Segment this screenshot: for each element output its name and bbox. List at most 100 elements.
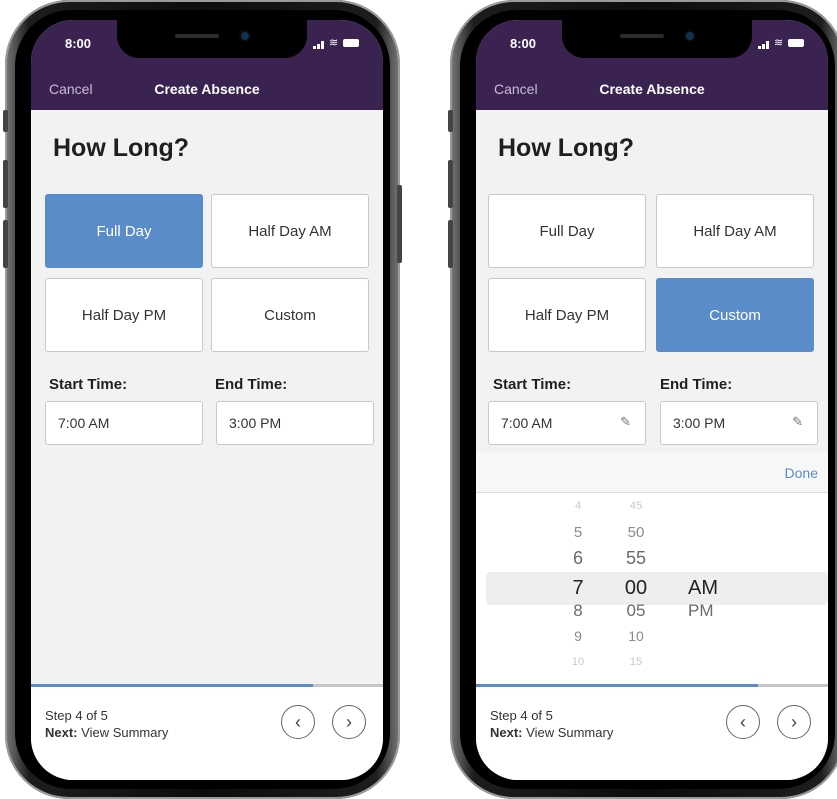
- picker-hour[interactable]: 4: [558, 500, 598, 512]
- chevron-right-icon: ›: [791, 711, 797, 732]
- picker-minute[interactable]: 50: [616, 524, 656, 541]
- picker-hour[interactable]: 10: [558, 656, 598, 668]
- prev-button[interactable]: ‹: [726, 705, 760, 739]
- page-title: How Long?: [498, 134, 635, 162]
- mute-switch: [3, 110, 8, 132]
- next-step-text: Next: View Summary: [490, 725, 613, 740]
- picker-hour[interactable]: 7: [558, 577, 598, 600]
- end-time-label: End Time:: [660, 376, 733, 393]
- wifi-icon: ≋: [329, 37, 339, 49]
- screen-right: 8:00 ≋ Cancel Create Absence How Long? F…: [476, 20, 828, 780]
- time-picker[interactable]: Done 4 5 6 7 8 9 10 45 50 55 00 05 10 15 AM PM: [476, 452, 828, 684]
- picker-toolbar: Done: [476, 452, 828, 493]
- option-half-day-am[interactable]: Half Day AM: [656, 194, 814, 268]
- signal-icon: [758, 46, 761, 49]
- end-time-label: End Time:: [215, 376, 288, 393]
- signal-icon: [313, 46, 316, 49]
- start-time-value: 7:00 AM: [501, 415, 553, 431]
- status-time: 8:00: [510, 36, 537, 51]
- start-time-label: Start Time:: [49, 376, 128, 393]
- signal-icon: [321, 41, 324, 49]
- done-button[interactable]: Done: [785, 465, 818, 481]
- picker-ampm[interactable]: AM: [688, 577, 718, 600]
- picker-minute[interactable]: 10: [616, 628, 656, 644]
- signal-icon: [766, 41, 769, 49]
- nav-title: Create Absence: [599, 81, 705, 97]
- option-half-day-am[interactable]: Half Day AM: [211, 194, 369, 268]
- notch: [117, 20, 307, 58]
- mute-switch: [448, 110, 453, 132]
- camera-icon: [241, 32, 249, 40]
- end-time-value: 3:00 PM: [673, 415, 726, 431]
- signal-icon: [317, 44, 320, 49]
- header: 8:00 ≋ Cancel Create Absence: [476, 20, 828, 110]
- picker-hour[interactable]: 6: [558, 548, 598, 569]
- speaker: [175, 34, 219, 38]
- next-step-text: Next: View Summary: [45, 725, 168, 740]
- start-time-label: Start Time:: [493, 376, 572, 393]
- picker-minute[interactable]: 45: [616, 500, 656, 512]
- next-button[interactable]: ›: [332, 705, 366, 739]
- volume-up-button: [448, 160, 453, 208]
- next-value: View Summary: [526, 725, 614, 740]
- picker-minute[interactable]: 00: [616, 577, 656, 600]
- notch: [562, 20, 752, 58]
- next-prefix: Next:: [45, 725, 78, 740]
- start-time-field[interactable]: 7:00 AM: [45, 401, 203, 445]
- volume-down-button: [448, 220, 453, 268]
- picker-minute[interactable]: 15: [616, 656, 656, 668]
- picker-hour[interactable]: 9: [558, 628, 598, 644]
- picker-ampm[interactable]: PM: [688, 601, 714, 621]
- battery-icon: [343, 39, 359, 47]
- nav-title: Create Absence: [154, 81, 260, 97]
- nav-bar: Cancel Create Absence: [476, 70, 828, 110]
- progress-bar: [31, 684, 383, 687]
- option-half-day-pm[interactable]: Half Day PM: [488, 278, 646, 352]
- option-half-day-pm[interactable]: Half Day PM: [45, 278, 203, 352]
- wifi-icon: ≋: [774, 37, 784, 49]
- power-button: [397, 185, 402, 263]
- picker-hour[interactable]: 8: [558, 601, 598, 621]
- battery-icon: [788, 39, 804, 47]
- prev-button[interactable]: ‹: [281, 705, 315, 739]
- pencil-icon[interactable]: ✎: [620, 414, 631, 430]
- footer: Step 4 of 5 Next: View Summary ‹ ›: [31, 684, 383, 780]
- speaker: [620, 34, 664, 38]
- next-value: View Summary: [81, 725, 169, 740]
- picker-minute[interactable]: 55: [616, 548, 656, 569]
- footer: Step 4 of 5 Next: View Summary ‹ ›: [476, 684, 828, 780]
- volume-up-button: [3, 160, 8, 208]
- option-full-day[interactable]: Full Day: [45, 194, 203, 268]
- chevron-left-icon: ‹: [295, 711, 301, 732]
- pencil-icon[interactable]: ✎: [792, 414, 803, 430]
- nav-bar: Cancel Create Absence: [31, 70, 383, 110]
- camera-icon: [686, 32, 694, 40]
- phone-right: 8:00 ≋ Cancel Create Absence How Long? F…: [448, 0, 837, 799]
- step-indicator: Step 4 of 5: [45, 708, 108, 723]
- header: 8:00 ≋ Cancel Create Absence: [31, 20, 383, 110]
- end-time-field[interactable]: 3:00 PM ✎: [660, 401, 818, 445]
- picker-selection-highlight: [486, 572, 828, 605]
- option-full-day[interactable]: Full Day: [488, 194, 646, 268]
- end-time-field[interactable]: 3:00 PM: [216, 401, 374, 445]
- screen-left: 8:00 ≋ Cancel Create Absence How Long? F…: [31, 20, 383, 780]
- status-icons: ≋: [758, 37, 808, 49]
- step-indicator: Step 4 of 5: [490, 708, 553, 723]
- next-prefix: Next:: [490, 725, 523, 740]
- option-custom[interactable]: Custom: [656, 278, 814, 352]
- option-custom[interactable]: Custom: [211, 278, 369, 352]
- status-time: 8:00: [65, 36, 92, 51]
- chevron-right-icon: ›: [346, 711, 352, 732]
- phone-left: 8:00 ≋ Cancel Create Absence How Long? F…: [3, 0, 402, 799]
- next-button[interactable]: ›: [777, 705, 811, 739]
- start-time-field[interactable]: 7:00 AM ✎: [488, 401, 646, 445]
- progress-fill: [476, 684, 758, 687]
- volume-down-button: [3, 220, 8, 268]
- page-title: How Long?: [53, 134, 190, 162]
- status-icons: ≋: [313, 37, 363, 49]
- progress-fill: [31, 684, 313, 687]
- picker-hour[interactable]: 5: [558, 524, 598, 541]
- end-time-value: 3:00 PM: [229, 415, 282, 431]
- chevron-left-icon: ‹: [740, 711, 746, 732]
- picker-minute[interactable]: 05: [616, 601, 656, 621]
